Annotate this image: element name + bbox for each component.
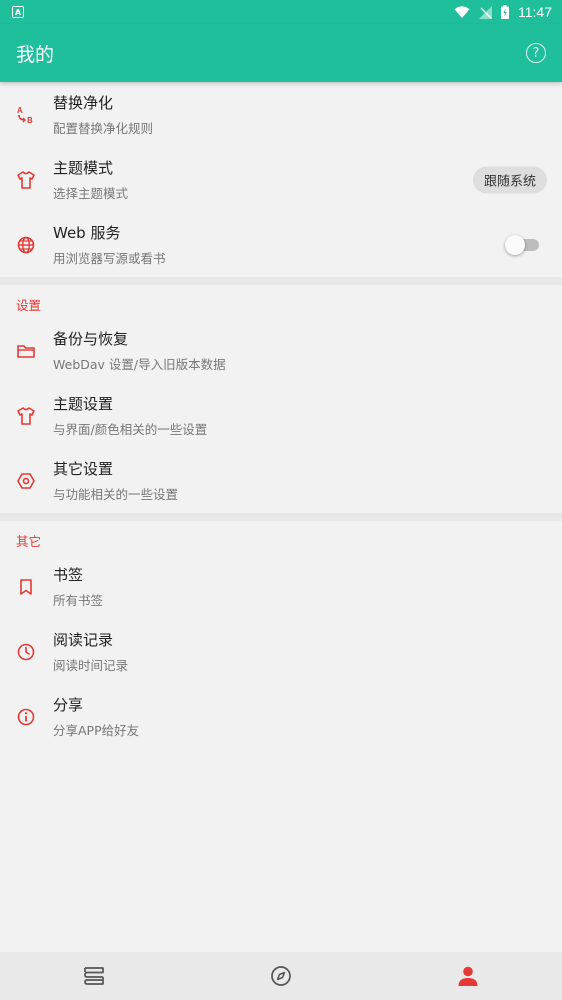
tshirt-icon (16, 406, 36, 426)
item-title: Web 服务 (53, 224, 121, 242)
theme-settings-item[interactable]: 主题设置 与界面/颜色相关的一些设置 (0, 383, 562, 448)
nav-my[interactable] (448, 956, 488, 996)
svg-text:B: B (27, 116, 33, 125)
web-service-item[interactable]: Web 服务 用浏览器写源或看书 (0, 212, 562, 277)
divider (0, 277, 562, 285)
tshirt-icon (16, 170, 36, 190)
switch-knob (505, 234, 525, 255)
compass-icon (271, 966, 291, 986)
page-title: 我的 (16, 43, 55, 66)
item-title: 备份与恢复 (53, 330, 129, 348)
web-service-switch[interactable] (505, 234, 539, 255)
item-title: 主题设置 (53, 395, 114, 413)
clock-icon (16, 642, 36, 662)
item-subtitle: 阅读时间记录 (53, 658, 129, 673)
item-subtitle: WebDav 设置/导入旧版本数据 (53, 357, 226, 372)
info-icon (16, 707, 36, 727)
content: A B 替换净化 配置替换净化规则 主题模式 选择主题模式 跟随系统 Web 服… (0, 82, 562, 749)
notification-icon: A (12, 6, 24, 18)
help-icon[interactable]: ? (526, 43, 546, 63)
item-title: 其它设置 (53, 460, 114, 478)
settings-hex-icon (16, 471, 36, 491)
share-item[interactable]: 分享 分享APP给好友 (0, 684, 562, 749)
signal-icon (479, 5, 492, 19)
battery-icon (501, 5, 509, 19)
read-record-item[interactable]: 阅读记录 阅读时间记录 (0, 619, 562, 684)
nav-bookshelf[interactable] (74, 956, 114, 996)
item-subtitle: 选择主题模式 (53, 186, 129, 201)
item-title: 替换净化 (53, 94, 114, 112)
person-icon (458, 966, 478, 986)
divider (0, 513, 562, 521)
bottom-nav (0, 952, 562, 1000)
item-subtitle: 所有书签 (53, 593, 104, 608)
other-settings-item[interactable]: 其它设置 与功能相关的一些设置 (0, 448, 562, 513)
bookshelf-icon (83, 967, 104, 985)
item-subtitle: 分享APP给好友 (53, 723, 140, 738)
wifi-icon (454, 5, 470, 18)
item-title: 分享 (53, 696, 84, 714)
section-header-settings: 设置 (16, 298, 42, 313)
item-subtitle: 用浏览器写源或看书 (53, 251, 166, 266)
theme-mode-item[interactable]: 主题模式 选择主题模式 跟随系统 (0, 147, 562, 212)
item-subtitle: 与界面/颜色相关的一些设置 (53, 422, 208, 437)
section-header-other: 其它 (16, 534, 42, 549)
svg-text:A: A (17, 106, 23, 115)
app-bar: 我的 ? (0, 24, 562, 82)
folder-icon (16, 341, 36, 361)
replace-purify-item[interactable]: A B 替换净化 配置替换净化规则 (0, 82, 562, 147)
item-title: 书签 (53, 566, 84, 584)
replace-ab-icon: A B (16, 105, 36, 125)
status-time: 11:47 (518, 4, 552, 20)
item-title: 阅读记录 (53, 631, 114, 649)
theme-mode-chip[interactable]: 跟随系统 (472, 166, 547, 193)
item-subtitle: 配置替换净化规则 (53, 121, 154, 136)
globe-icon (16, 235, 36, 255)
status-bar: A 11:47 (0, 0, 562, 24)
bookmark-icon (16, 577, 36, 597)
item-title: 主题模式 (53, 159, 114, 177)
backup-restore-item[interactable]: 备份与恢复 WebDav 设置/导入旧版本数据 (0, 318, 562, 383)
nav-discover[interactable] (261, 956, 301, 996)
item-subtitle: 与功能相关的一些设置 (53, 487, 179, 502)
bookmarks-item[interactable]: 书签 所有书签 (0, 554, 562, 619)
